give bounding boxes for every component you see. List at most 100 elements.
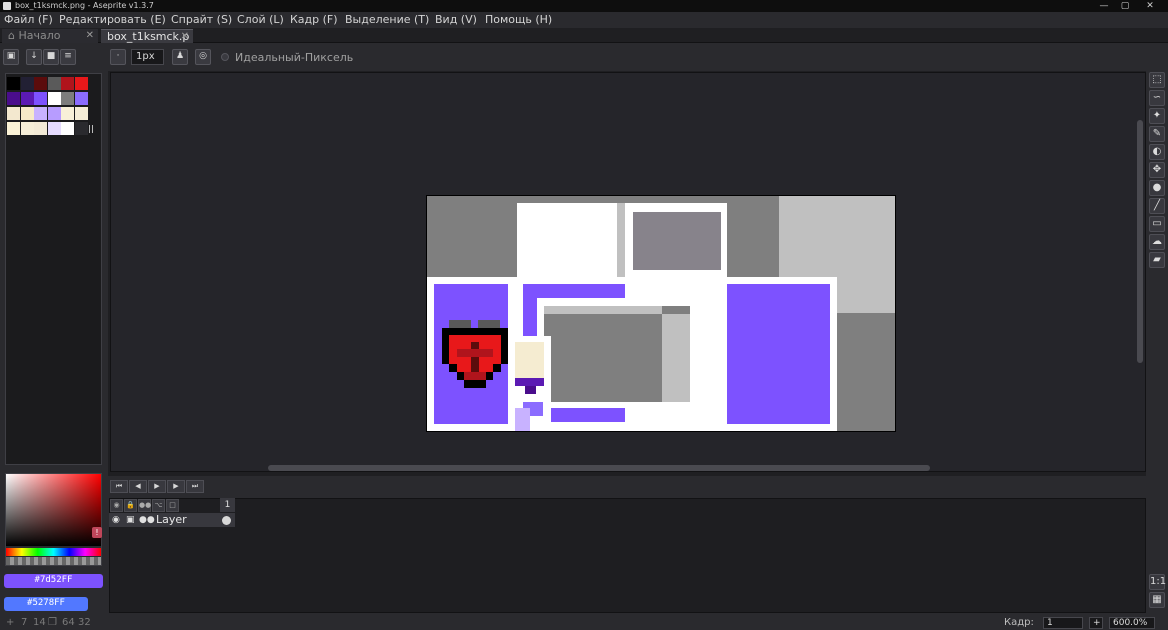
previous-frame-icon[interactable]: ◀ [129,480,147,493]
new-layer-icon[interactable]: □ [166,499,179,512]
close-window-button[interactable]: ✕ [1138,0,1162,12]
sprite-inner-gray [544,314,662,402]
palette-swatch[interactable] [61,77,74,90]
zoom-field[interactable]: 600.0% [1109,617,1155,629]
palette-resize-grip-icon[interactable] [89,125,93,133]
move-icon[interactable]: ✥ [1149,162,1165,178]
palette-swatch[interactable] [47,122,61,135]
palette-swatch[interactable] [20,92,34,105]
palette-swatch[interactable] [7,122,20,135]
timeline-toggle-icon[interactable]: ▦ [1149,592,1165,608]
rectangular-marquee-icon[interactable]: ⬚ [1149,72,1165,88]
add-frame-button[interactable]: + [1089,617,1103,629]
horizontal-scrollbar[interactable] [268,465,930,471]
contour-icon[interactable]: ☁ [1149,234,1165,250]
paint-bucket-icon[interactable]: ● [1149,180,1165,196]
menu-layer[interactable]: Слой (L) [237,13,284,26]
tab-sprite-close-icon[interactable]: ✕ [181,30,189,43]
palette-swatch[interactable] [34,122,47,135]
palette-swatch[interactable] [74,77,88,90]
palette-sort-icon[interactable]: ↓ [26,49,42,65]
layer-row[interactable]: ◉ ▣ ●● Layer [109,513,235,527]
palette-swatch[interactable] [61,122,74,135]
sprite-width: 64 [62,617,75,628]
palette-lock-icon[interactable]: ▣ [3,49,19,65]
palette-swatch[interactable] [34,92,47,105]
sprite-purple-bar-left [523,284,537,336]
context-toolbar: ▣ ↓ ■ ≡ · 1px ♟ ◎ Идеальный-Пиксель [0,43,1168,71]
foreground-color-button[interactable]: #7d52FF [4,574,103,588]
palette-swatch[interactable] [74,122,88,135]
menu-sprite[interactable]: Спрайт (S) [171,13,232,26]
cursor-y: 14 [33,617,46,628]
brush-type-icon[interactable]: · [110,49,126,65]
pixel-perfect-checkbox[interactable] [221,53,229,61]
palette-presets-icon[interactable]: ■ [43,49,59,65]
menu-help[interactable]: Помощь (H) [485,13,552,26]
blur-icon[interactable]: ▰ [1149,252,1165,268]
visibility-header-icon[interactable]: ◉ [110,499,123,512]
palette-swatch[interactable] [20,77,34,90]
palette-swatch[interactable] [47,107,61,120]
palette [5,73,102,465]
lock-header-icon[interactable]: 🔒 [124,499,137,512]
palette-options-icon[interactable]: ≡ [60,49,76,65]
magic-wand-icon[interactable]: ✦ [1149,108,1165,124]
ink-type-icon[interactable]: ◎ [195,49,211,65]
palette-swatch[interactable] [34,77,47,90]
menu-edit[interactable]: Редактировать (E) [59,13,166,26]
next-frame-icon[interactable]: ▶ [167,480,185,493]
vertical-scrollbar[interactable] [1137,120,1143,363]
palette-swatch[interactable] [61,92,74,105]
cel-icon[interactable] [222,516,231,525]
sprite-heart-shade-row [457,349,493,357]
maximize-button[interactable]: ▢ [1113,0,1137,12]
palette-swatch[interactable] [7,107,20,120]
sprite-canvas[interactable] [426,195,896,432]
palette-swatch[interactable] [61,107,74,120]
color-alpha-slider[interactable] [6,557,101,565]
last-frame-icon[interactable]: ⏭ [186,480,204,493]
play-icon[interactable]: ▶ [148,480,166,493]
menu-select[interactable]: Выделение (T) [345,13,429,26]
tab-home-close-icon[interactable]: ✕ [86,29,94,42]
palette-swatch[interactable] [34,107,47,120]
frame-number-header[interactable]: 1 [220,498,235,512]
menu-file[interactable]: Файл (F) [4,13,53,26]
continuous-header-icon[interactable]: ●● [138,499,151,512]
palette-swatch[interactable] [7,92,20,105]
menu-view[interactable]: Вид (V) [435,13,477,26]
continuous-icon[interactable]: ●● [139,513,155,527]
pencil-icon[interactable]: ✎ [1149,126,1165,142]
brush-pressure-icon[interactable]: ♟ [172,49,188,65]
first-frame-icon[interactable]: ⏮ [110,480,128,493]
palette-swatch[interactable] [47,92,61,105]
palette-swatch[interactable] [20,122,34,135]
lock-icon[interactable]: ▣ [126,513,135,527]
aseprite-icon [3,2,11,10]
timeline-grid [109,498,1146,613]
rectangle-icon[interactable]: ▭ [1149,216,1165,232]
layer-tree-icon[interactable]: ⌥ [152,499,165,512]
sprite-right-gray [837,313,895,431]
tab-sprite[interactable]: box_t1ksmck.p ✕ [101,29,193,43]
menu-frame[interactable]: Кадр (F) [290,13,338,26]
lasso-icon[interactable]: ∽ [1149,90,1165,106]
palette-swatch[interactable] [20,107,34,120]
color-saturation-value-area[interactable] [6,474,101,546]
palette-swatch[interactable] [7,77,20,90]
brush-size-field[interactable]: 1px [131,49,164,65]
color-warning-icon[interactable]: ! [92,527,102,538]
tab-home[interactable]: ⌂ Начало ✕ [2,29,98,43]
color-hue-slider[interactable] [6,548,101,556]
palette-swatch[interactable] [74,107,88,120]
eyedropper-icon[interactable]: ◐ [1149,144,1165,160]
background-color-button[interactable]: #5278FF [4,597,88,611]
palette-swatch[interactable] [47,77,61,90]
palette-swatch[interactable] [74,92,88,105]
title-bar: box_t1ksmck.png - Aseprite v1.3.7 — ▢ ✕ [0,0,1168,12]
line-icon[interactable]: ╱ [1149,198,1165,214]
eye-icon[interactable]: ◉ [112,513,120,527]
frame-field[interactable]: 1 [1043,617,1083,629]
zoom-reset-icon[interactable]: 1:1 [1149,574,1166,590]
